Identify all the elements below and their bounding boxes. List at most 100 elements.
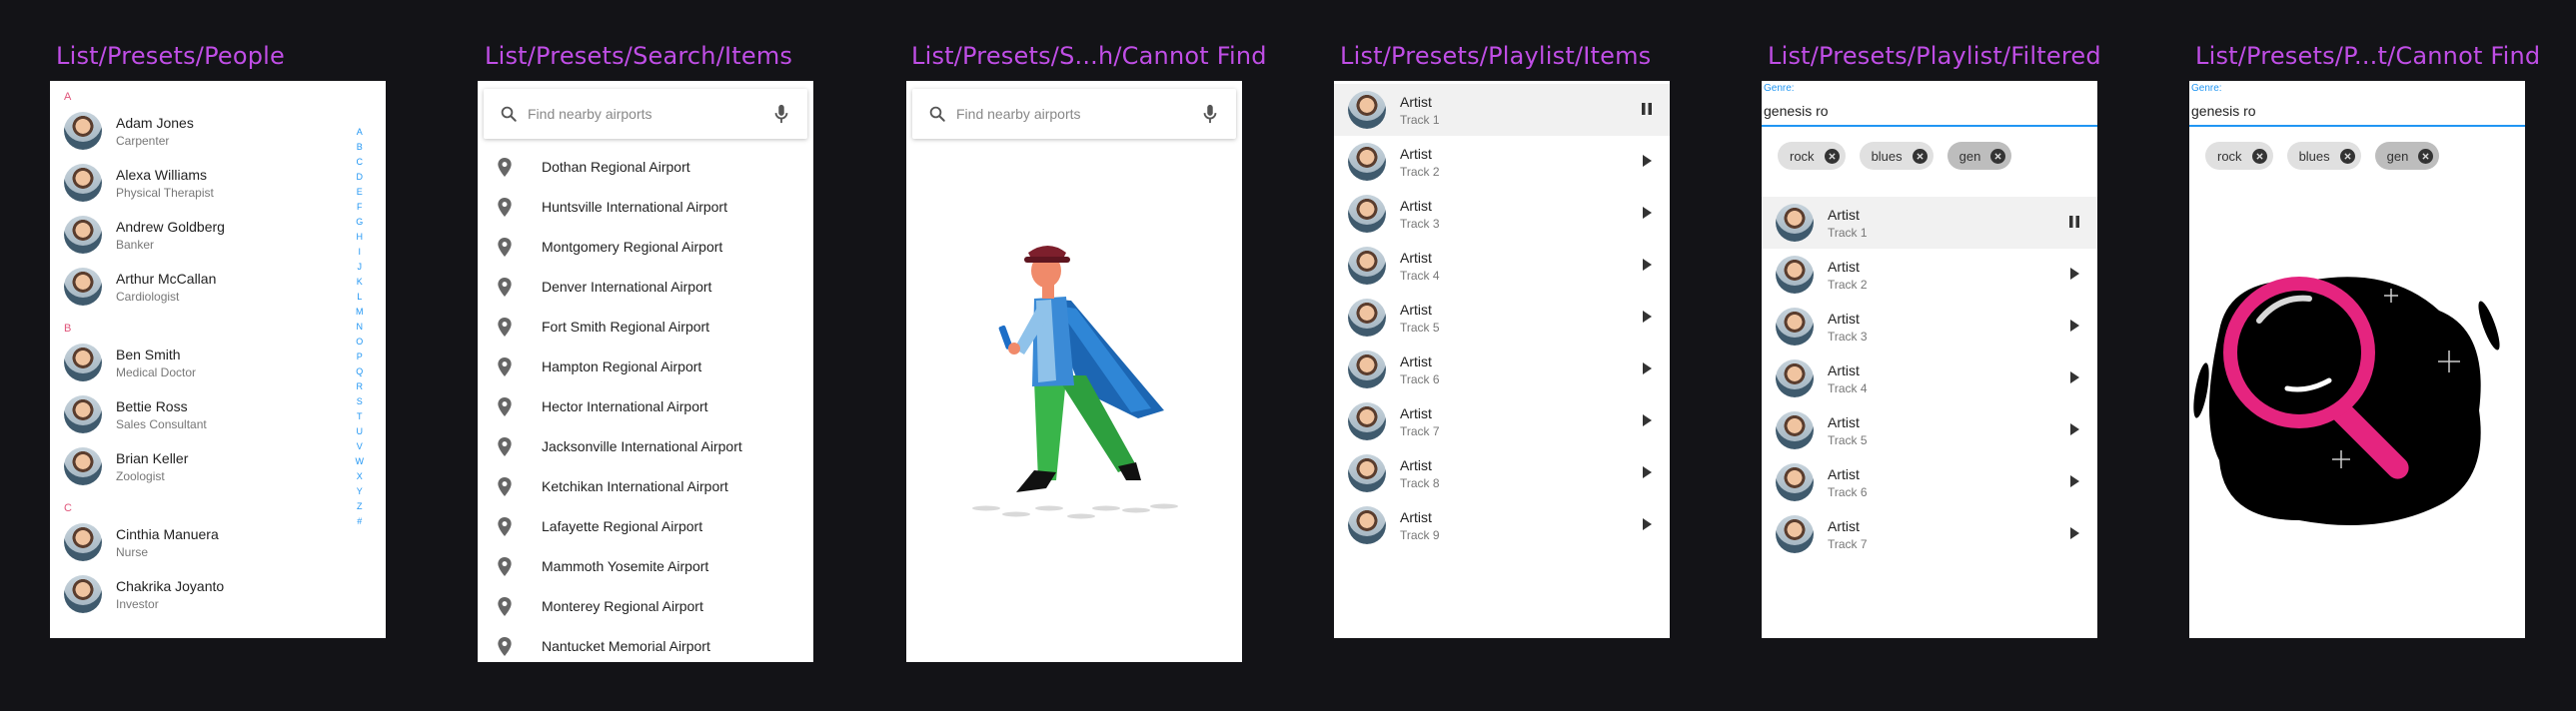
track-list-item[interactable]: Artist Track 3 [1762,301,2097,353]
alphabet-index-letter[interactable]: X [356,469,365,484]
close-icon[interactable] [1990,148,2006,164]
play-icon[interactable] [2067,421,2081,442]
genre-chip[interactable]: gen [1946,142,2012,170]
alphabet-index-letter[interactable]: M [356,305,365,320]
play-icon[interactable] [1640,205,1654,226]
alphabet-index-letter[interactable]: P [356,350,365,364]
genre-filter-field[interactable]: Genre: genesis ro [2189,81,2525,127]
track-list-item[interactable]: Artist Track 5 [1762,404,2097,456]
search-icon[interactable] [928,105,946,123]
track-list-item[interactable]: Artist Track 2 [1334,136,1670,188]
alphabet-index[interactable]: A B C D E F G H I J K L M N O P Q R S T U V W X Y Z # [356,125,365,529]
close-icon[interactable] [1912,148,1928,164]
track-list-item[interactable]: Artist Track 4 [1334,240,1670,292]
alphabet-index-letter[interactable]: K [356,275,365,290]
alphabet-index-letter[interactable]: V [356,439,365,454]
person-list-item[interactable]: Alexa Williams Physical Therapist [50,157,386,209]
track-list-item[interactable]: Artist Track 5 [1334,292,1670,344]
track-list-item[interactable]: Artist Track 6 [1334,344,1670,395]
genre-input[interactable]: genesis ro [2191,103,2523,119]
person-list-item[interactable]: Bettie Ross Sales Consultant [50,388,386,440]
alphabet-index-letter[interactable]: S [356,394,365,409]
genre-chip[interactable]: gen [2374,142,2440,170]
alphabet-index-letter[interactable]: R [356,379,365,394]
airport-list-item[interactable]: Hector International Airport [478,386,813,426]
alphabet-index-letter[interactable]: C [356,155,365,170]
alphabet-index-letter[interactable]: B [356,140,365,155]
person-list-item[interactable]: Adam Jones Carpenter [50,105,386,157]
close-icon[interactable] [1824,148,1840,164]
airport-list-item[interactable]: Monterey Regional Airport [478,586,813,626]
play-icon[interactable] [1640,309,1654,330]
alphabet-index-letter[interactable]: N [356,320,365,335]
genre-chip[interactable]: blues [1859,142,1933,170]
close-icon[interactable] [2251,148,2267,164]
person-list-item[interactable]: Brian Keller Zoologist [50,440,386,492]
play-icon[interactable] [2067,473,2081,494]
search-input[interactable]: Find nearby airports [528,106,773,122]
airport-list-item[interactable]: Hampton Regional Airport [478,347,813,386]
alphabet-index-letter[interactable]: L [356,290,365,305]
pause-icon[interactable] [2067,214,2081,235]
alphabet-index-letter[interactable]: O [356,335,365,350]
microphone-icon[interactable] [1202,104,1218,124]
airport-list-item[interactable]: Montgomery Regional Airport [478,227,813,267]
track-list-item[interactable]: Artist Track 3 [1334,188,1670,240]
search-bar[interactable]: Find nearby airports [484,89,807,139]
genre-chip[interactable]: rock [2205,142,2273,170]
airport-list-item[interactable]: Ketchikan International Airport [478,466,813,506]
play-icon[interactable] [2067,369,2081,390]
alphabet-index-letter[interactable]: Q [356,364,365,379]
alphabet-index-letter[interactable]: W [356,454,365,469]
track-list-item[interactable]: Artist Track 4 [1762,353,2097,404]
play-icon[interactable] [1640,412,1654,433]
track-list-item[interactable]: Artist Track 9 [1334,499,1670,551]
close-icon[interactable] [2418,148,2434,164]
airport-list-item[interactable]: Dothan Regional Airport [478,147,813,187]
search-bar[interactable]: Find nearby airports [912,89,1236,139]
alphabet-index-letter[interactable]: U [356,424,365,439]
alphabet-index-letter[interactable]: F [356,200,365,215]
play-icon[interactable] [1640,464,1654,485]
person-list-item[interactable]: Chakrika Joyanto Investor [50,568,386,620]
person-list-item[interactable]: Arthur McCallan Cardiologist [50,261,386,313]
airport-list-item[interactable]: Lafayette Regional Airport [478,506,813,546]
alphabet-index-letter[interactable]: G [356,215,365,230]
play-icon[interactable] [2067,525,2081,546]
alphabet-index-letter[interactable]: D [356,170,365,185]
airport-list-item[interactable]: Huntsville International Airport [478,187,813,227]
pause-icon[interactable] [1640,101,1654,122]
track-list-item[interactable]: Artist Track 2 [1762,249,2097,301]
alphabet-index-letter[interactable]: I [356,245,365,260]
airport-list-item[interactable]: Jacksonville International Airport [478,426,813,466]
track-list-item[interactable]: Artist Track 7 [1334,395,1670,447]
search-icon[interactable] [500,105,518,123]
alphabet-index-letter[interactable]: A [356,125,365,140]
airport-list-item[interactable]: Mammoth Yosemite Airport [478,546,813,586]
track-list-item[interactable]: Artist Track 1 [1334,84,1670,136]
close-icon[interactable] [2339,148,2355,164]
play-icon[interactable] [1640,257,1654,278]
person-list-item[interactable]: Cinthia Manuera Nurse [50,516,386,568]
alphabet-index-letter[interactable]: # [356,514,365,529]
play-icon[interactable] [1640,516,1654,537]
alphabet-index-letter[interactable]: H [356,230,365,245]
airport-list-item[interactable]: Nantucket Memorial Airport [478,626,813,662]
track-list-item[interactable]: Artist Track 1 [1762,197,2097,249]
play-icon[interactable] [2067,318,2081,339]
microphone-icon[interactable] [773,104,789,124]
play-icon[interactable] [2067,266,2081,287]
alphabet-index-letter[interactable]: Z [356,499,365,514]
person-list-item[interactable]: Andrew Goldberg Banker [50,209,386,261]
genre-chip[interactable]: blues [2286,142,2361,170]
genre-filter-field[interactable]: Genre: genesis ro [1762,81,2097,127]
track-list-item[interactable]: Artist Track 8 [1334,447,1670,499]
person-list-item[interactable]: Ben Smith Medical Doctor [50,337,386,388]
genre-input[interactable]: genesis ro [1764,103,2095,119]
search-input[interactable]: Find nearby airports [956,106,1202,122]
alphabet-index-letter[interactable]: J [356,260,365,275]
airport-list-item[interactable]: Fort Smith Regional Airport [478,307,813,347]
play-icon[interactable] [1640,360,1654,381]
alphabet-index-letter[interactable]: T [356,409,365,424]
genre-chip[interactable]: rock [1778,142,1846,170]
